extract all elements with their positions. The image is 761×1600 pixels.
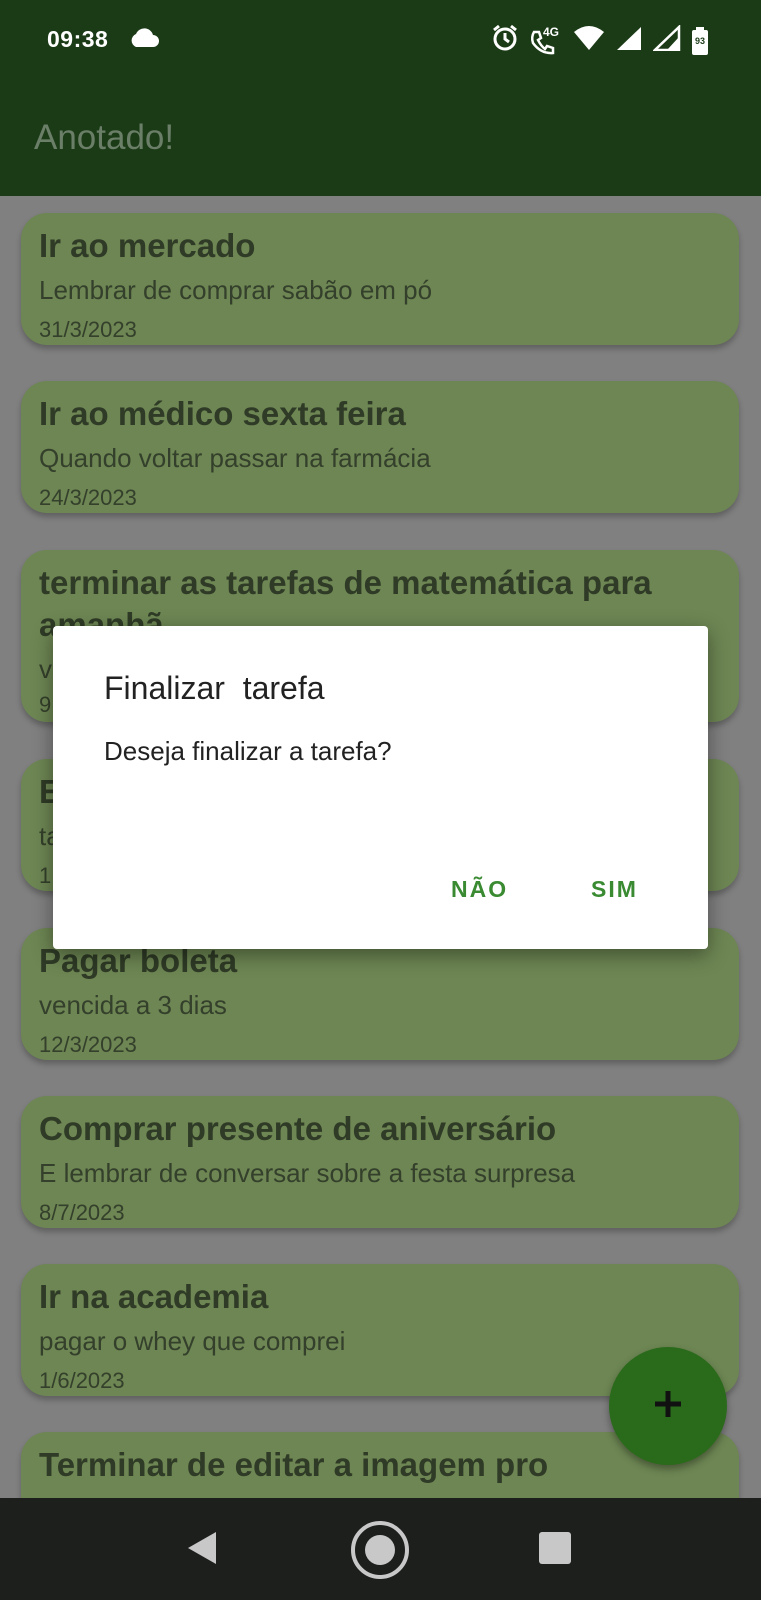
finish-task-dialog: Finalizar tarefa Deseja finalizar a tare…	[53, 626, 708, 949]
task-description: v	[39, 654, 52, 684]
cloud-icon	[128, 27, 160, 54]
yes-button[interactable]: SIM	[591, 876, 638, 903]
signal-icon	[615, 25, 643, 56]
volte-call-icon: 4G	[529, 24, 563, 55]
task-date: 12/3/2023	[39, 1032, 137, 1057]
task-date: 31/3/2023	[39, 317, 137, 342]
task-date: 9	[39, 692, 52, 717]
task-title: Ir ao mercado	[39, 227, 256, 264]
app-title: Anotado!	[34, 118, 175, 157]
task-title: Comprar presente de aniversário	[39, 1110, 557, 1147]
dialog-message: Deseja finalizar a tarefa?	[104, 736, 392, 766]
task-card[interactable]: Comprar presente de aniversário E lembra…	[21, 1096, 739, 1228]
task-date: 1	[39, 863, 52, 888]
task-card[interactable]: Ir ao mercado Lembrar de comprar sabão e…	[21, 213, 739, 345]
status-time: 09:38	[47, 26, 109, 52]
task-date: 1/6/2023	[39, 1368, 125, 1393]
task-date: 24/3/2023	[39, 485, 137, 510]
home-icon[interactable]	[350, 1520, 410, 1585]
battery-icon: 93	[691, 26, 709, 55]
status-bar: 09:38 4G 93	[0, 0, 761, 80]
recents-icon[interactable]	[539, 1532, 571, 1569]
app-bar: Anotado!	[0, 80, 761, 196]
task-description: vencida a 3 dias	[39, 990, 227, 1020]
task-description: Lembrar de comprar sabão em pó	[39, 275, 433, 305]
wifi-icon	[573, 25, 605, 56]
task-title: Ir ao médico sexta feira	[39, 395, 406, 432]
task-date: 8/7/2023	[39, 1200, 125, 1225]
back-icon[interactable]	[186, 1530, 218, 1571]
signal-icon-2	[651, 24, 681, 56]
add-task-button[interactable]	[609, 1347, 727, 1465]
task-description: pagar o whey que comprei	[39, 1326, 346, 1356]
navigation-bar	[0, 1498, 761, 1600]
task-description: Quando voltar passar na farmácia	[39, 443, 431, 473]
dialog-title: Finalizar tarefa	[104, 670, 325, 706]
task-description: E lembrar de conversar sobre a festa sur…	[39, 1158, 576, 1188]
status-icons: 4G 93	[491, 24, 709, 57]
task-title: Terminar de editar a imagem pro	[39, 1446, 549, 1483]
task-title: Ir na academia	[39, 1278, 269, 1315]
network-type: 4G	[543, 24, 560, 39]
no-button[interactable]: NÃO	[451, 876, 508, 903]
plus-icon	[653, 1389, 683, 1424]
task-card[interactable]: Ir ao médico sexta feira Quando voltar p…	[21, 381, 739, 513]
battery-level: 93	[694, 35, 705, 46]
alarm-icon	[491, 24, 519, 57]
